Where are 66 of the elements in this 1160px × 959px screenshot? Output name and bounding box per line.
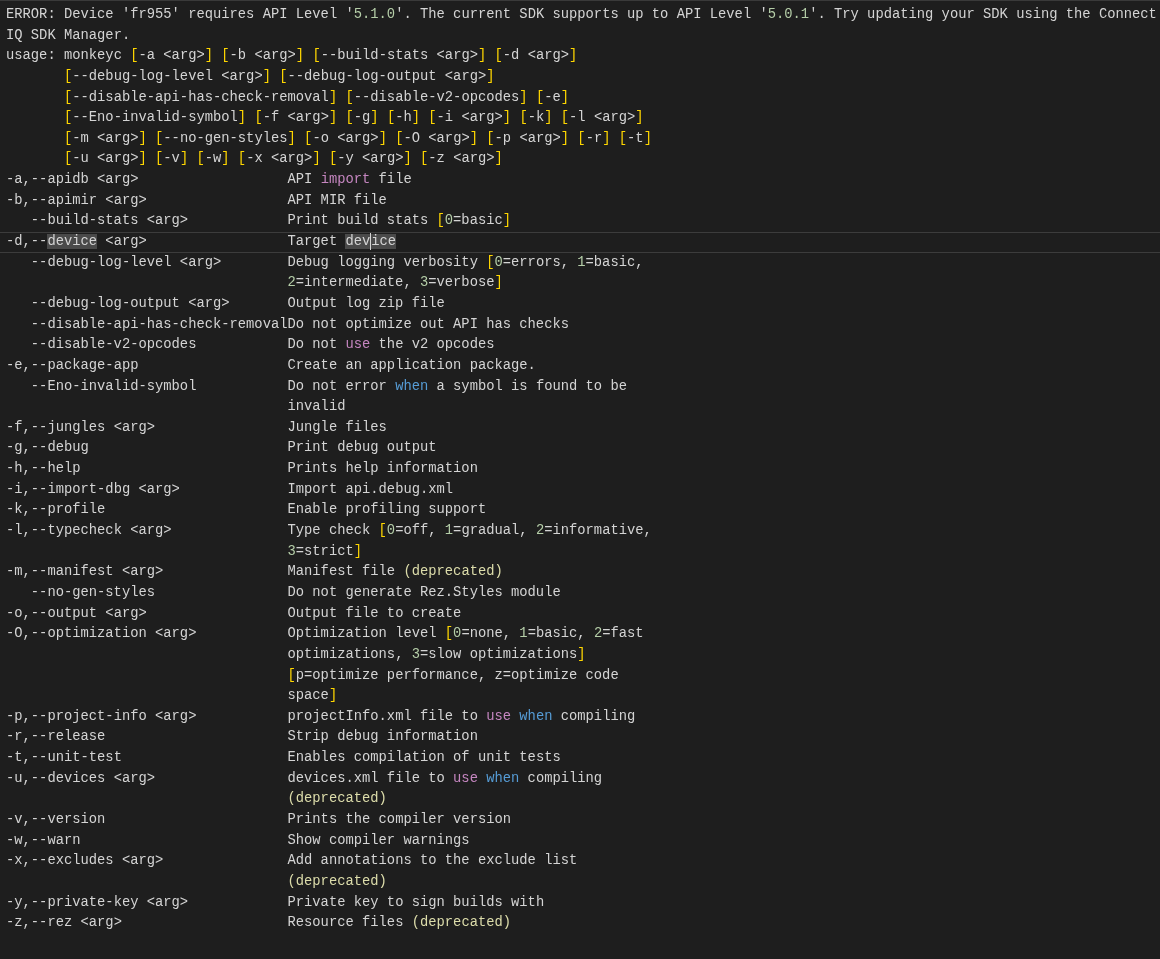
option-name: --disable-api-has-check-removal (30, 316, 288, 332)
option-description: Output file to create (287, 604, 462, 623)
option-description: devices.xml file to use when compiling (deprecated) (287, 769, 603, 809)
option-name: -d,--device <arg> (6, 234, 147, 250)
option-name: -p,--project-info <arg> (6, 708, 197, 724)
option-name: -u,--devices <arg> (6, 770, 156, 786)
option-name: -x,--excludes <arg> (6, 853, 164, 869)
option-name: --build-stats <arg> (30, 213, 189, 229)
option-name: -t,--unit-test (6, 750, 122, 766)
option-name: -o,--output <arg> (6, 605, 147, 621)
option-description: Private key to sign builds with (287, 893, 545, 912)
error-message-line: ERROR: Device 'fr955' requires API Level '5.1.0'. The current SDK supports up to API Level '5.0.1'. Try updating your SDK using the Connect (6, 6, 1158, 24)
option-description: Do not use the v2 opcodes (287, 336, 495, 355)
option-description: Print debug output (287, 439, 437, 458)
option-description: Prints the compiler version (287, 811, 512, 829)
option-description: Do not error when a symbol is found to be invalid (287, 377, 627, 417)
option-description: Do not generate Rez.Styles module (287, 583, 561, 602)
option-description: Debug logging verbosity [0=errors, 1=basic, 2=intermediate, 3=verbose] (287, 253, 644, 293)
option-name: --debug-log-output <arg> (30, 295, 230, 311)
option-name: -l,--typecheck <arg> (6, 523, 172, 538)
option-name: -w,--warn (6, 832, 81, 848)
option-name: -r,--release (6, 729, 106, 745)
option-name: -i,--import-dbg <arg> (6, 481, 180, 497)
option-description: Optimization level [0=none, 1=basic, 2=fast optimizations, 3=slow optimizations] [p=optimize performance, z=optimize code space] (287, 625, 644, 706)
option-description: Target device (287, 232, 397, 252)
option-description: Resource files (deprecated) (287, 914, 512, 933)
option-name: -g,--debug (6, 440, 89, 456)
option-description: Do not optimize out API has checks (287, 315, 569, 334)
option-description: Add annotations to the exclude list (deprecated) (287, 852, 578, 891)
option-description: Output log zip file (287, 294, 445, 313)
option-description: Jungle files (287, 418, 387, 437)
usage-line: [-u <arg>] [-v] [-w] [-x <arg>] [-y <arg>] [-z <arg>] (62, 150, 504, 169)
option-name: -z,--rez <arg> (6, 915, 122, 931)
option-description: API import file (287, 171, 412, 190)
option-name: --no-gen-styles (30, 584, 156, 600)
option-name: -v,--version (6, 812, 106, 827)
option-name: --disable-v2-opcodes (30, 337, 197, 353)
option-description: Prints help information (287, 460, 478, 479)
option-description: Strip debug information (287, 728, 478, 747)
option-name: -O,--optimization <arg> (6, 626, 197, 642)
option-name: -h,--help (6, 461, 81, 477)
option-description: Show compiler warnings (287, 831, 470, 850)
option-name: --Eno-invalid-symbol (30, 378, 197, 394)
option-description: Import api.debug.xml (287, 480, 454, 499)
usage-line: [--debug-log-level <arg>] [--debug-log-output <arg>] (62, 67, 496, 86)
option-name: -f,--jungles <arg> (6, 419, 156, 435)
option-description: Print build stats [0=basic] (287, 212, 512, 231)
error-message-line: IQ SDK Manager. (6, 26, 132, 45)
option-description: Type check [0=off, 1=gradual, 2=informative, 3=strict] (287, 522, 652, 561)
option-name: --debug-log-level <arg> (30, 254, 222, 270)
option-name: -e,--package-app (6, 357, 139, 373)
option-description: Enables compilation of unit tests (287, 749, 561, 768)
option-description: Enable profiling support (287, 501, 487, 520)
option-description: Create an application package. (287, 356, 536, 375)
option-name: -b,--apimir <arg> (6, 192, 147, 208)
usage-line: [--Eno-invalid-symbol] [-f <arg>] [-g] [-h] [-i <arg>] [-k] [-l <arg>] (62, 109, 645, 128)
option-name: -a,--apidb <arg> (6, 172, 139, 188)
option-name: -m,--manifest <arg> (6, 564, 164, 580)
option-description: projectInfo.xml file to use when compiling (287, 707, 636, 726)
usage-line: [-m <arg>] [--no-gen-styles] [-o <arg>] [-O <arg>] [-p <arg>] [-r] [-t] (62, 129, 653, 148)
option-name: -k,--profile (6, 502, 106, 518)
option-description: API MIR file (287, 191, 387, 210)
usage-line: [--disable-api-has-check-removal] [--disable-v2-opcodes] [-e] (62, 88, 571, 107)
option-name: -y,--private-key <arg> (6, 894, 189, 910)
option-description: Manifest file (deprecated) (287, 563, 503, 582)
usage-line: usage: monkeyc [-a <arg>] [-b <arg>] [--build-stats <arg>] [-d <arg>] (6, 47, 579, 66)
